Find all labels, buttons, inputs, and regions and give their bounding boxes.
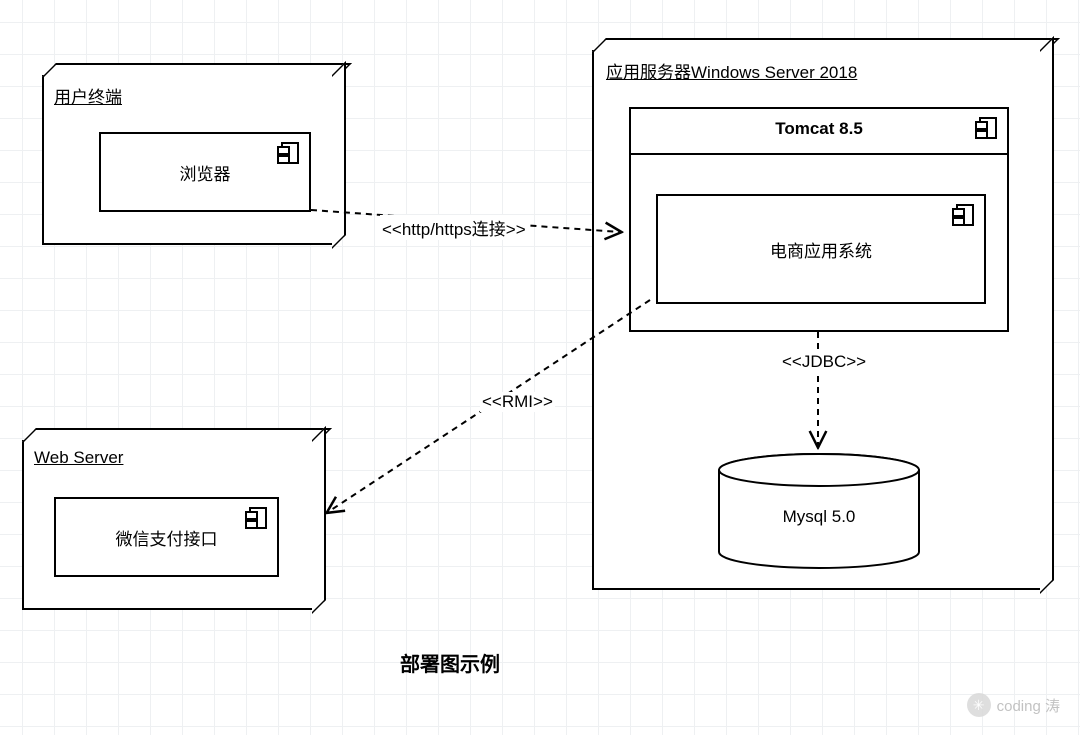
database-label-text: Mysql 5.0 xyxy=(709,507,929,527)
node-webserver: Web Server 微信支付接口 xyxy=(22,440,314,610)
connection-label-jdbc: <<JDBC>> xyxy=(780,352,868,372)
component-icon xyxy=(249,507,267,529)
diagram-caption: 部署图示例 xyxy=(400,648,500,677)
component-tomcat: Tomcat 8.5 电商应用系统 xyxy=(629,107,1009,332)
component-browser: 浏览器 xyxy=(99,132,311,212)
watermark-text: coding 涛 xyxy=(997,695,1060,716)
component-tomcat-label: Tomcat 8.5 xyxy=(631,119,1007,139)
component-wechat-pay-label: 微信支付接口 xyxy=(116,525,218,550)
component-icon xyxy=(281,142,299,164)
node-client: 用户终端 浏览器 xyxy=(42,75,334,245)
node-webserver-title: Web Server xyxy=(34,448,123,468)
deployment-diagram: 用户终端 浏览器 应用服务器Windows Server 2018 Tomcat… xyxy=(0,0,1080,735)
connection-label-rmi: <<RMI>> xyxy=(480,392,555,412)
watermark: ✳ coding 涛 xyxy=(967,693,1060,717)
component-icon xyxy=(979,117,997,139)
wechat-icon: ✳ xyxy=(967,693,991,717)
component-wechat-pay: 微信支付接口 xyxy=(54,497,279,577)
component-browser-label: 浏览器 xyxy=(180,160,231,185)
connection-label-http: <<http/https连接>> xyxy=(380,215,528,240)
node-client-title: 用户终端 xyxy=(54,83,122,108)
component-ecommerce-app: 电商应用系统 xyxy=(656,194,986,304)
component-ecommerce-app-label: 电商应用系统 xyxy=(770,237,872,262)
component-icon xyxy=(956,204,974,226)
node-appserver-title: 应用服务器Windows Server 2018 xyxy=(606,58,857,83)
node-appserver: 应用服务器Windows Server 2018 Tomcat 8.5 电商应用… xyxy=(592,50,1042,590)
divider xyxy=(631,153,1007,155)
